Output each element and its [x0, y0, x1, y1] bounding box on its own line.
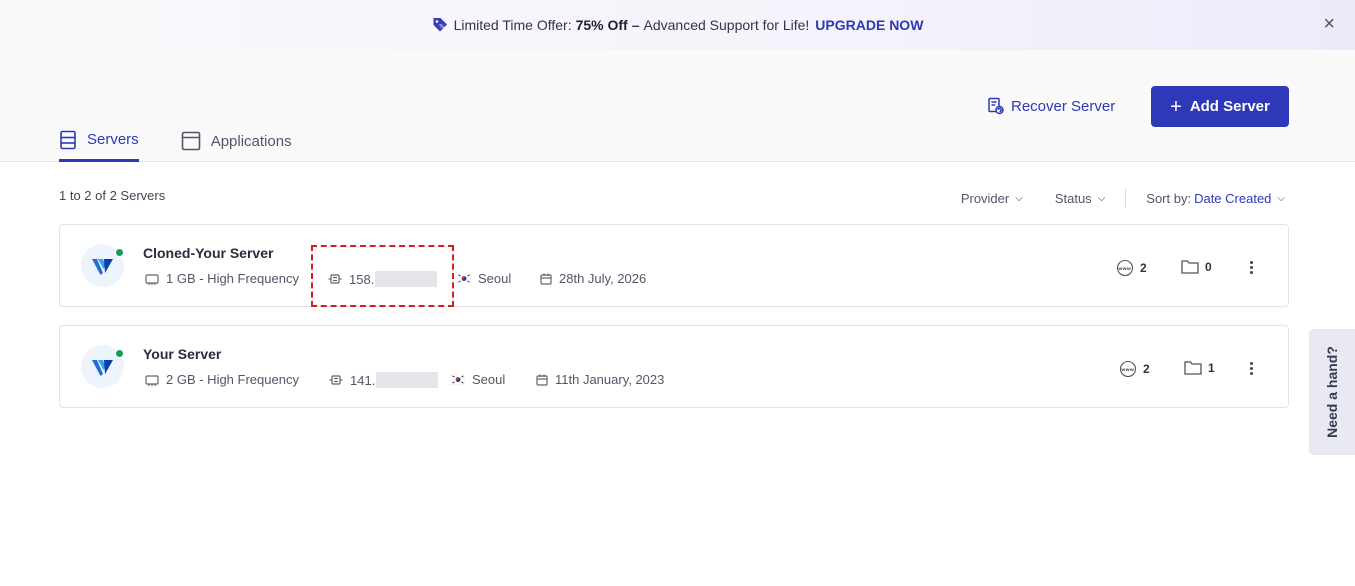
status-filter-label: Status — [1054, 190, 1092, 206]
plus-icon: + — [1170, 95, 1182, 118]
ip-chip-icon — [329, 375, 343, 385]
websites-count[interactable]: www 2 — [1116, 259, 1147, 277]
server-location-label: Seoul — [472, 372, 506, 387]
chevron-down-icon: ⌵ — [1277, 192, 1285, 204]
tab-servers-label: Servers — [87, 131, 139, 148]
banner-prefix: Limited Time Offer: — [453, 17, 572, 33]
server-created: 28th July, 2026 — [540, 271, 646, 286]
server-name[interactable]: Your Server — [143, 346, 221, 362]
www-globe-icon: www — [1119, 360, 1137, 378]
server-icon — [60, 130, 76, 149]
ip-highlight-annotation — [311, 245, 454, 307]
server-created: 11th January, 2023 — [536, 372, 664, 387]
window-icon — [181, 131, 200, 151]
recover-icon — [988, 97, 1004, 115]
list-filters: Provider ⌵ Status ⌵ Sort by: Date Create… — [961, 188, 1285, 208]
tab-applications-label: Applications — [210, 132, 292, 150]
need-help-label: Need a hand? — [1324, 346, 1341, 438]
server-card[interactable]: Your Server 2 GB - High Frequency 141. S… — [59, 325, 1289, 408]
folders-count-value: 0 — [1205, 259, 1212, 274]
status-filter[interactable]: Status ⌵ — [1055, 191, 1105, 206]
upgrade-now-link[interactable]: UPGRADE NOW — [815, 17, 923, 33]
add-server-button[interactable]: + Add Server — [1151, 86, 1289, 127]
server-location-label: Seoul — [478, 271, 512, 286]
south-korea-flag-icon — [457, 273, 471, 284]
folder-icon — [1184, 361, 1202, 375]
close-banner-icon[interactable]: × — [1323, 14, 1335, 34]
banner-suffix: Advanced Support for Life! — [643, 17, 810, 33]
redacted-ip — [376, 372, 439, 388]
server-created-label: 28th July, 2026 — [559, 271, 647, 286]
sort-value: Date Created — [1194, 190, 1272, 206]
south-korea-flag-icon — [451, 374, 465, 385]
calendar-icon — [536, 374, 548, 386]
provider-filter[interactable]: Provider ⌵ — [961, 191, 1023, 206]
online-status-dot — [115, 349, 124, 358]
add-server-label: Add Server — [1189, 98, 1270, 115]
server-size-label: 2 GB - High Frequency — [166, 372, 299, 387]
svg-text:%: % — [439, 24, 444, 30]
filter-divider — [1125, 188, 1127, 208]
page-header: Recover Server + Add Server Servers Appl… — [0, 50, 1355, 162]
calendar-icon — [540, 273, 552, 285]
server-card[interactable]: Cloned-Your Server 1 GB - High Frequency… — [59, 224, 1289, 307]
tab-applications[interactable]: Applications — [181, 128, 292, 162]
memory-icon — [145, 374, 159, 386]
tab-bar: Servers Applications — [59, 128, 334, 162]
folders-count-value: 1 — [1208, 360, 1215, 375]
vultr-logo-icon — [81, 244, 124, 287]
server-size-label: 1 GB - High Frequency — [166, 271, 299, 286]
sort-dropdown[interactable]: Sort by: Date Created ⌵ — [1146, 191, 1285, 206]
chevron-down-icon: ⌵ — [1015, 192, 1023, 204]
server-size: 2 GB - High Frequency — [145, 372, 299, 387]
sort-label: Sort by: — [1146, 190, 1192, 206]
memory-icon — [145, 273, 159, 285]
server-size: 1 GB - High Frequency — [145, 271, 299, 286]
server-location: Seoul — [451, 372, 505, 387]
banner-discount: 75% Off — [575, 17, 628, 33]
server-created-label: 11th January, 2023 — [555, 372, 665, 387]
provider-filter-label: Provider — [960, 190, 1010, 206]
server-ip: 141. — [329, 372, 439, 388]
folders-count[interactable]: 1 — [1184, 360, 1215, 375]
server-ip-prefix: 141. — [350, 372, 376, 388]
websites-count-value: 2 — [1140, 261, 1147, 275]
tab-servers[interactable]: Servers — [59, 128, 139, 162]
recover-server-label: Recover Server — [1011, 97, 1116, 115]
price-tag-icon: % — [433, 18, 447, 32]
more-options-icon[interactable] — [1241, 358, 1261, 378]
more-options-icon[interactable] — [1241, 257, 1261, 277]
recover-server-button[interactable]: Recover Server — [987, 97, 1115, 115]
vultr-logo-icon — [81, 345, 124, 388]
www-globe-icon: www — [1116, 259, 1134, 277]
svg-text:www: www — [1121, 368, 1134, 373]
websites-count[interactable]: www 2 — [1119, 360, 1150, 378]
need-help-tab[interactable]: Need a hand? — [1309, 329, 1355, 455]
server-location: Seoul — [457, 271, 511, 286]
banner-separator: – — [631, 17, 640, 33]
online-status-dot — [115, 248, 124, 257]
svg-text:www: www — [1118, 267, 1131, 272]
result-count: 1 to 2 of 2 Servers — [59, 188, 166, 203]
folders-count[interactable]: 0 — [1181, 259, 1212, 274]
folder-icon — [1181, 260, 1199, 274]
websites-count-value: 2 — [1143, 362, 1150, 376]
promo-banner: % Limited Time Offer: 75% Off – Advanced… — [0, 0, 1355, 50]
chevron-down-icon: ⌵ — [1097, 192, 1106, 204]
server-name[interactable]: Cloned-Your Server — [143, 245, 273, 261]
